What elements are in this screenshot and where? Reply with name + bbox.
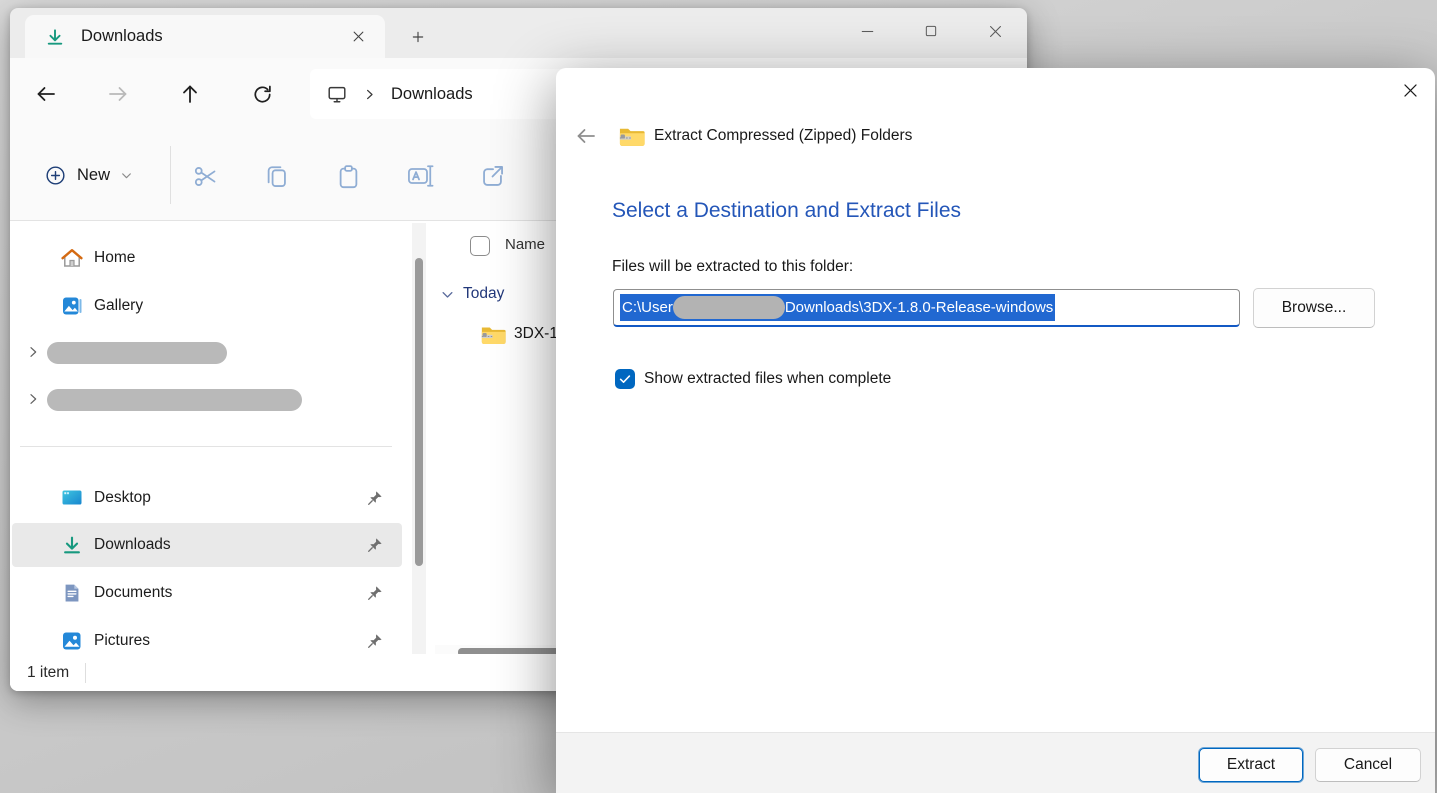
minimize-button[interactable]	[835, 8, 899, 54]
column-header-name[interactable]: Name	[505, 236, 545, 253]
redacted-username	[673, 296, 785, 319]
explorer-tab-downloads[interactable]: Downloads	[25, 15, 385, 58]
sidebar-item-label: Home	[94, 249, 135, 267]
plus-circle-icon	[44, 164, 67, 187]
zip-folder-icon	[480, 323, 506, 346]
extract-button[interactable]: Extract	[1199, 748, 1303, 782]
scrollbar-thumb[interactable]	[415, 258, 423, 566]
new-button-label: New	[77, 166, 110, 185]
sidebar-item-label: Downloads	[94, 536, 171, 554]
refresh-button[interactable]	[244, 76, 280, 112]
breadcrumb-downloads[interactable]: Downloads	[391, 85, 473, 104]
dialog-header: Extract Compressed (Zipped) Folders	[568, 120, 912, 152]
rename-button[interactable]	[398, 154, 442, 198]
show-files-checkbox[interactable]	[615, 369, 635, 389]
show-files-label[interactable]: Show extracted files when complete	[644, 370, 891, 388]
sidebar-item-label: Desktop	[94, 489, 151, 507]
zip-folder-icon	[618, 124, 645, 148]
download-icon	[60, 533, 84, 557]
group-label: Today	[463, 285, 504, 303]
chevron-right-icon[interactable]	[24, 390, 42, 408]
chevron-down-icon[interactable]	[440, 287, 455, 302]
sidebar-scrollbar[interactable]	[412, 223, 426, 661]
destination-path-input[interactable]: C:\User Downloads\3DX-1.8.0-Release-windo…	[613, 289, 1240, 327]
download-icon	[45, 27, 65, 47]
status-divider	[85, 663, 86, 683]
dialog-title: Extract Compressed (Zipped) Folders	[654, 127, 912, 145]
desktop-background: Downloads	[0, 0, 1437, 793]
sidebar-item-documents[interactable]: Documents	[12, 571, 402, 615]
cancel-button[interactable]: Cancel	[1315, 748, 1421, 782]
up-button[interactable]	[172, 76, 208, 112]
back-button[interactable]	[28, 76, 64, 112]
pin-icon	[366, 536, 384, 554]
forward-button[interactable]	[100, 76, 136, 112]
new-tab-button[interactable]	[402, 22, 434, 52]
sidebar-item-label: Gallery	[94, 297, 143, 315]
dialog-heading: Select a Destination and Extract Files	[612, 199, 961, 223]
pin-icon	[366, 632, 384, 650]
new-button[interactable]: New	[30, 153, 147, 197]
checkbox-checked-icon	[618, 372, 632, 386]
pictures-icon	[60, 629, 84, 653]
pin-icon	[366, 584, 384, 602]
this-pc-icon	[326, 83, 348, 105]
sidebar-item-home[interactable]: Home	[12, 236, 402, 280]
window-controls	[835, 8, 1027, 54]
redacted-label	[47, 342, 227, 364]
cut-button[interactable]	[183, 154, 227, 198]
home-icon	[60, 246, 84, 270]
select-all-checkbox[interactable]	[470, 236, 490, 256]
sidebar-item-redacted-1[interactable]	[12, 331, 402, 375]
explorer-titlebar: Downloads	[10, 8, 1027, 58]
sidebar-item-label: Documents	[94, 584, 172, 602]
close-window-button[interactable]	[963, 8, 1027, 54]
gallery-icon	[60, 294, 84, 318]
tab-close-button[interactable]	[345, 24, 371, 50]
file-row-zip[interactable]: 3DX-1	[480, 319, 558, 349]
documents-icon	[60, 581, 84, 605]
dialog-close-button[interactable]	[1393, 73, 1427, 107]
sidebar-item-downloads[interactable]: Downloads	[12, 523, 402, 567]
toolbar-divider	[170, 146, 171, 204]
sidebar-item-gallery[interactable]: Gallery	[12, 284, 402, 328]
selected-path-text: C:\User Downloads\3DX-1.8.0-Release-windo…	[620, 294, 1055, 321]
sidebar-item-desktop[interactable]: Desktop	[12, 476, 402, 520]
file-name-label: 3DX-1	[514, 325, 558, 343]
chevron-right-icon	[362, 87, 377, 102]
extract-dialog: Extract Compressed (Zipped) Folders Sele…	[556, 68, 1435, 793]
maximize-button[interactable]	[899, 8, 963, 54]
share-button[interactable]	[470, 154, 514, 198]
tab-title: Downloads	[81, 27, 163, 46]
chevron-right-icon[interactable]	[24, 343, 42, 361]
path-prefix: C:\User	[622, 299, 673, 316]
desktop-icon	[60, 486, 84, 510]
sidebar-item-label: Pictures	[94, 632, 150, 650]
path-suffix: Downloads\3DX-1.8.0-Release-windows	[785, 299, 1053, 316]
copy-button[interactable]	[254, 154, 298, 198]
paste-button[interactable]	[326, 154, 370, 198]
item-count: 1 item	[27, 664, 69, 682]
show-files-checkbox-row: Show extracted files when complete	[615, 369, 891, 389]
chevron-down-icon	[120, 169, 133, 182]
sidebar-divider	[20, 446, 392, 447]
destination-label: Files will be extracted to this folder:	[612, 258, 853, 276]
sidebar-item-redacted-2[interactable]	[12, 378, 402, 422]
group-header-today[interactable]: Today	[440, 281, 504, 307]
dialog-back-button[interactable]	[568, 120, 604, 152]
redacted-label	[47, 389, 302, 411]
pin-icon	[366, 489, 384, 507]
browse-button[interactable]: Browse...	[1253, 288, 1375, 328]
dialog-footer: Extract Cancel	[556, 732, 1435, 793]
